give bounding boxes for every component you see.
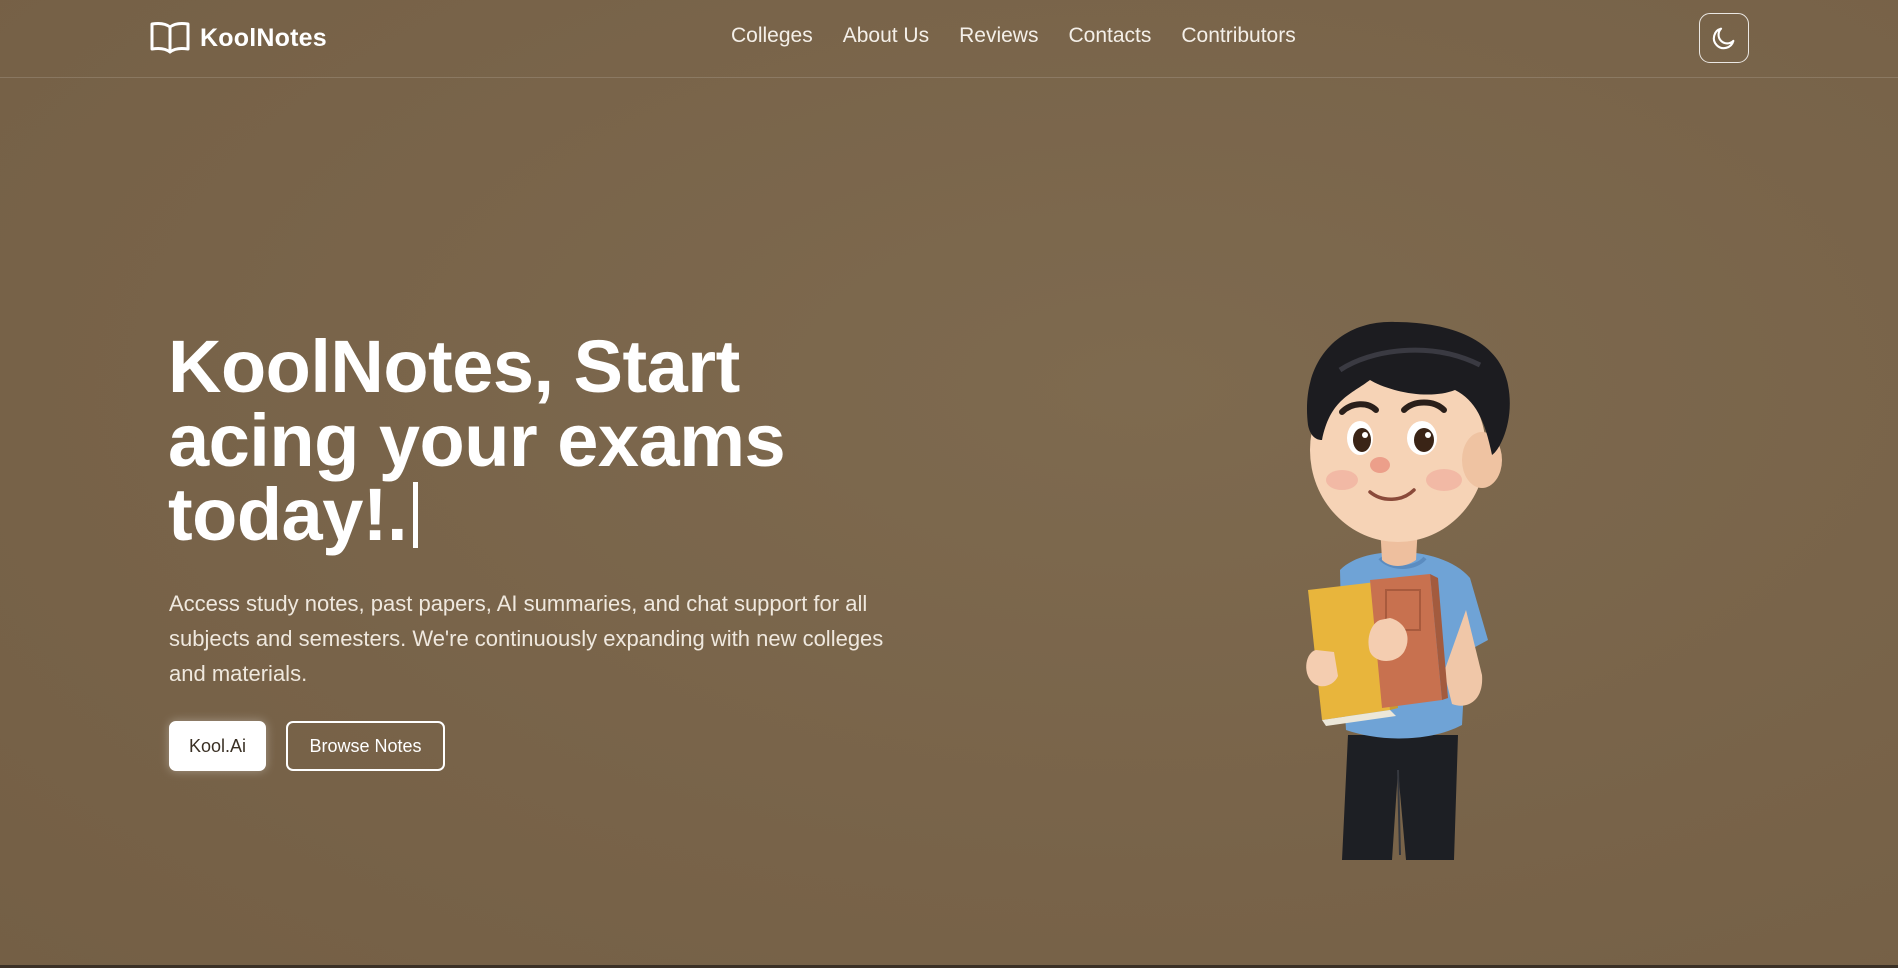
nav-link-about-us[interactable]: About Us (843, 24, 929, 48)
kool-ai-button[interactable]: Kool.Ai (169, 721, 266, 771)
main-nav: Colleges About Us Reviews Contacts Contr… (731, 24, 1296, 48)
navbar: KoolNotes Colleges About Us Reviews Cont… (0, 0, 1898, 78)
browse-notes-button[interactable]: Browse Notes (286, 721, 445, 771)
typing-cursor (413, 482, 419, 548)
page: KoolNotes Colleges About Us Reviews Cont… (0, 0, 1898, 968)
hero-illustration (1306, 321, 1510, 860)
nav-link-colleges[interactable]: Colleges (731, 24, 813, 48)
hero-title: KoolNotes, Start acing your exams today!… (168, 330, 888, 552)
moon-icon (1712, 27, 1735, 50)
hero-description: Access study notes, past papers, AI summ… (169, 591, 884, 686)
brand-name: KoolNotes (200, 23, 327, 52)
brand-logo[interactable]: KoolNotes (150, 20, 327, 56)
nav-link-reviews[interactable]: Reviews (959, 24, 1038, 48)
hero-title-text: KoolNotes, Start acing your exams today!… (168, 325, 786, 556)
nav-link-contacts[interactable]: Contacts (1068, 24, 1151, 48)
nav-link-contributors[interactable]: Contributors (1181, 24, 1295, 48)
theme-toggle-button[interactable] (1699, 13, 1749, 63)
hero-actions: Kool.Ai Browse Notes (169, 721, 445, 771)
open-book-icon (150, 21, 190, 54)
